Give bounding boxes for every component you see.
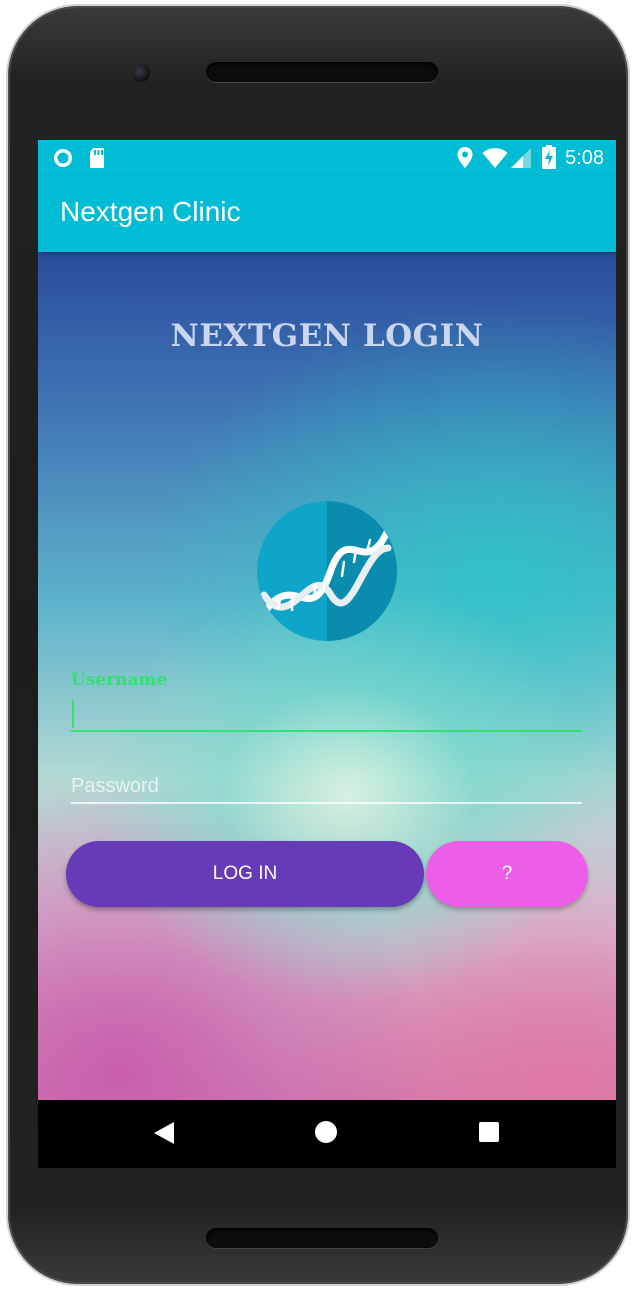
phone-frame: 5:08 Nextgen Clinic NEXTGEN LOGIN Userna…	[8, 6, 628, 1284]
status-time: 5:08	[565, 147, 604, 169]
back-icon[interactable]	[152, 1118, 176, 1148]
status-bar: 5:08	[38, 140, 616, 176]
username-input[interactable]	[71, 698, 582, 732]
text-cursor	[72, 700, 74, 728]
recents-icon[interactable]	[478, 1121, 500, 1143]
signal-icon	[511, 148, 531, 168]
help-button[interactable]: ?	[426, 841, 588, 907]
location-icon	[457, 147, 473, 168]
password-input[interactable]	[71, 770, 582, 804]
bottom-speaker	[206, 1228, 438, 1248]
app-bar: Nextgen Clinic	[38, 176, 616, 252]
login-heading: NEXTGEN LOGIN	[170, 318, 484, 354]
screen: 5:08 Nextgen Clinic NEXTGEN LOGIN Userna…	[38, 140, 616, 1168]
home-icon[interactable]	[314, 1120, 338, 1144]
dna-icon	[257, 501, 397, 641]
navigation-bar	[38, 1100, 616, 1168]
login-button[interactable]: LOG IN	[66, 841, 424, 907]
username-label: Username	[71, 670, 168, 690]
app-title: Nextgen Clinic	[60, 196, 241, 227]
login-screen: NEXTGEN LOGIN Username LOG IN ?	[38, 252, 616, 1100]
front-camera	[132, 64, 150, 82]
wifi-icon	[482, 148, 508, 168]
circle-notification-icon	[54, 149, 72, 167]
top-speaker	[206, 62, 438, 82]
battery-charging-icon	[542, 145, 556, 169]
sd-card-icon	[90, 148, 104, 168]
